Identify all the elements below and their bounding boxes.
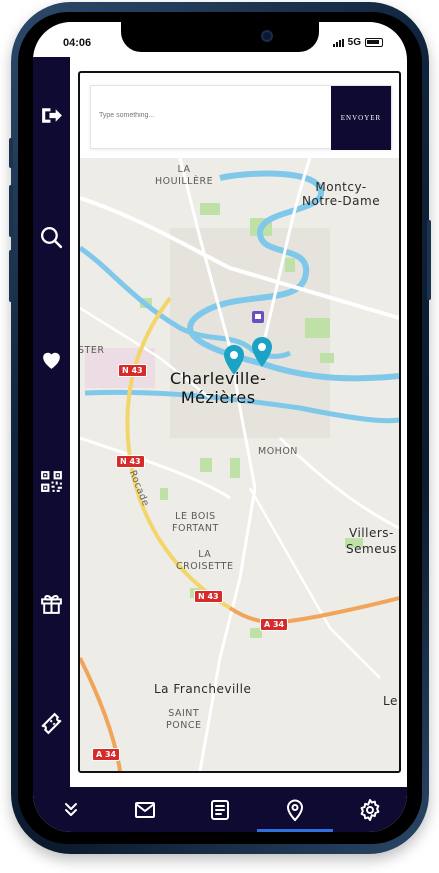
status-time: 04:06 [63, 37, 92, 49]
map-label-le-bois-fortant: LE BOIS FORTANT [172, 511, 219, 534]
document-icon[interactable] [208, 798, 232, 822]
road-badge-n43: N 43 [116, 455, 145, 468]
signal-icon [332, 38, 344, 47]
map-label-mohon: MOHON [258, 446, 298, 457]
phone-side-button [427, 220, 431, 300]
map-label-charleville-mezieres: Charleville- Mézières [170, 369, 267, 407]
mail-icon[interactable] [133, 798, 157, 822]
expand-down-icon[interactable] [59, 798, 83, 822]
sidebar [33, 57, 70, 787]
logout-icon[interactable] [39, 103, 64, 128]
message-box: ENVOYER [90, 85, 392, 150]
notch [121, 22, 319, 52]
road-badge-a34: A 34 [260, 618, 289, 631]
map-pin-icon[interactable] [251, 336, 273, 368]
map-label-saint-ponce: SAINT PONCE [166, 708, 202, 731]
map-label-la-croisette: LA CROISETTE [176, 549, 234, 572]
gift-icon[interactable] [39, 591, 64, 616]
phone-side-button [9, 185, 13, 237]
map-label-villers-semeuse: Villers- Semeus [346, 526, 397, 556]
map-label-la-houillere: LA HOUILLÈRE [155, 164, 214, 187]
status-indicators: 5G [332, 37, 383, 48]
phone-side-button [9, 138, 13, 168]
ticket-icon[interactable] [39, 711, 64, 736]
map-pin-icon[interactable] [223, 344, 245, 376]
map-label-ster: STER [80, 345, 105, 356]
settings-icon[interactable] [358, 798, 382, 822]
content-card: ENVOYER [78, 71, 401, 773]
road-badge-a34: A 34 [92, 748, 121, 761]
location-pin-icon[interactable] [283, 798, 307, 822]
bottom-nav [33, 787, 407, 832]
phone-side-button [9, 250, 13, 302]
front-camera-icon [261, 30, 273, 42]
qr-code-icon[interactable] [39, 469, 64, 494]
search-icon[interactable] [39, 225, 64, 250]
phone-screen: 04:06 5G Type something... ENVOYER LA HO… [33, 22, 407, 832]
message-input[interactable] [99, 104, 327, 126]
map[interactable]: LA HOUILLÈRE Montcy- Notre-Dame STER Cha… [80, 158, 399, 771]
map-label-montcy: Montcy- Notre-Dame [302, 180, 381, 208]
map-label-le: Le [383, 694, 398, 708]
heart-icon[interactable] [39, 347, 64, 372]
train-station-icon [255, 314, 261, 319]
network-label: 5G [347, 37, 361, 48]
send-button[interactable]: ENVOYER [331, 86, 391, 150]
road-badge-n43: N 43 [118, 364, 147, 377]
battery-icon [365, 38, 383, 47]
active-tab-indicator [257, 829, 333, 832]
road-badge-n43: N 43 [194, 590, 223, 603]
map-label-la-francheville: La Francheville [154, 682, 252, 696]
